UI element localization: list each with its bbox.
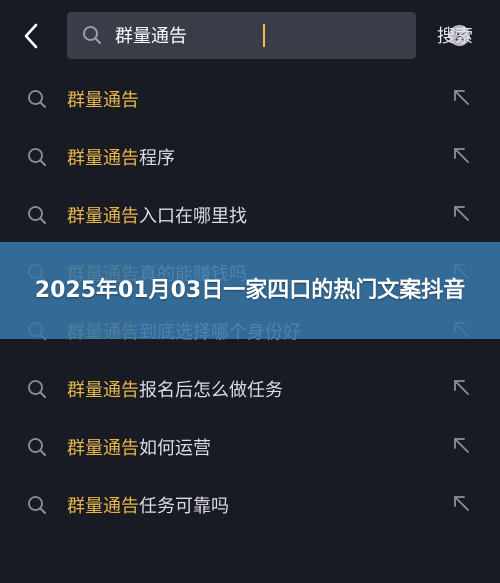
suggestion-label: 群量通告如何运营 [67, 434, 211, 460]
suggestion-rest: 如何运营 [139, 438, 211, 459]
suggestion-highlight: 群量通告 [67, 206, 139, 227]
title-banner: 2025年01月03日一家四口的热门文案抖音 [0, 242, 500, 339]
search-icon [83, 26, 102, 45]
suggestion-item[interactable]: 群量通告入口在哪里找 [0, 186, 500, 244]
suggestion-highlight: 群量通告 [67, 438, 139, 459]
suggestion-item[interactable]: 群量通告如何运营 [0, 418, 500, 476]
search-icon [28, 380, 46, 398]
arrow-up-left-icon[interactable] [451, 87, 471, 107]
suggestion-highlight: 群量通告 [67, 496, 139, 517]
suggestion-rest: 任务可靠吗 [139, 496, 229, 517]
suggestion-item[interactable]: 群量通告程序 [0, 128, 500, 186]
arrow-up-left-icon[interactable] [451, 377, 471, 397]
search-header: 搜索 [0, 0, 500, 72]
search-icon [28, 206, 46, 224]
suggestion-rest: 报名后怎么做任务 [139, 380, 283, 401]
suggestion-highlight: 群量通告 [67, 90, 139, 111]
suggestion-label: 群量通告任务可靠吗 [67, 492, 229, 518]
back-button[interactable] [18, 22, 44, 50]
suggestion-item[interactable]: 群量通告 [0, 70, 500, 128]
suggestion-label: 群量通告 [67, 86, 139, 112]
suggestion-highlight: 群量通告 [67, 380, 139, 401]
search-icon [28, 90, 46, 108]
search-box[interactable] [67, 12, 470, 59]
search-input[interactable] [115, 20, 375, 50]
arrow-up-left-icon[interactable] [451, 493, 471, 513]
suggestion-item[interactable]: 群量通告任务可靠吗 [0, 476, 500, 534]
arrow-up-left-icon[interactable] [451, 145, 471, 165]
suggestion-label: 群量通告入口在哪里找 [67, 202, 247, 228]
suggestion-item[interactable]: 群量通告报名后怎么做任务 [0, 360, 500, 418]
arrow-up-left-icon[interactable] [451, 203, 471, 223]
chevron-left-icon [24, 23, 38, 49]
search-icon [28, 148, 46, 166]
suggestion-label: 群量通告程序 [67, 144, 175, 170]
search-icon [28, 496, 46, 514]
search-icon [28, 438, 46, 456]
suggestion-highlight: 群量通告 [67, 148, 139, 169]
search-button[interactable]: 搜索 [437, 22, 473, 48]
banner-title: 2025年01月03日一家四口的热门文案抖音 [34, 277, 466, 303]
suggestion-rest: 程序 [139, 148, 175, 169]
suggestion-rest: 入口在哪里找 [139, 206, 247, 227]
suggestion-label: 群量通告报名后怎么做任务 [67, 376, 283, 402]
arrow-up-left-icon[interactable] [451, 435, 471, 455]
text-cursor [263, 24, 265, 47]
